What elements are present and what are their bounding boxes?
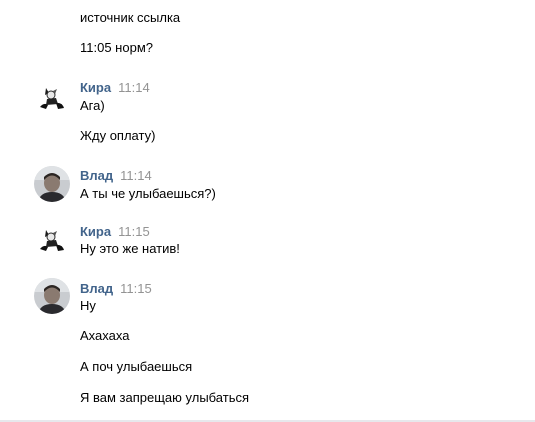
message-text: Ага) bbox=[80, 98, 105, 113]
message-time[interactable]: 11:15 bbox=[120, 281, 152, 296]
message-text: Ахахаха bbox=[80, 328, 130, 343]
message-text: 11:05 норм? bbox=[80, 40, 153, 55]
message-header: Кира 11:15 bbox=[80, 224, 150, 240]
message-history: источник ссылка 11:05 норм? Кира 11:14 Аг… bbox=[0, 0, 535, 422]
message-header: Влад 11:14 bbox=[80, 168, 152, 184]
message-text: источник ссылка bbox=[80, 10, 181, 25]
message-text: Жду оплату) bbox=[80, 128, 156, 143]
author-name[interactable]: Кира bbox=[80, 80, 111, 95]
message-header: Влад 11:15 bbox=[80, 281, 152, 297]
kira-avatar-icon[interactable] bbox=[34, 80, 70, 116]
message-time[interactable]: 11:15 bbox=[118, 224, 150, 239]
message-text: Ну bbox=[80, 298, 96, 313]
message-text: А поч улыбаешься bbox=[80, 359, 193, 374]
vlad-avatar-icon[interactable] bbox=[34, 166, 70, 202]
message-text: А ты че улыбаешься?) bbox=[80, 186, 216, 201]
message-time[interactable]: 11:14 bbox=[120, 168, 152, 183]
author-name[interactable]: Влад bbox=[80, 168, 113, 183]
message-text: Я вам запрещаю улыбаться bbox=[80, 390, 250, 405]
author-name[interactable]: Влад bbox=[80, 281, 113, 296]
message-time[interactable]: 11:14 bbox=[118, 80, 150, 95]
author-name[interactable]: Кира bbox=[80, 224, 111, 239]
kira-avatar-icon[interactable] bbox=[34, 222, 70, 258]
message-header: Кира 11:14 bbox=[80, 80, 150, 96]
vlad-avatar-icon[interactable] bbox=[34, 278, 70, 314]
message-text: Ну это же натив! bbox=[80, 241, 180, 256]
